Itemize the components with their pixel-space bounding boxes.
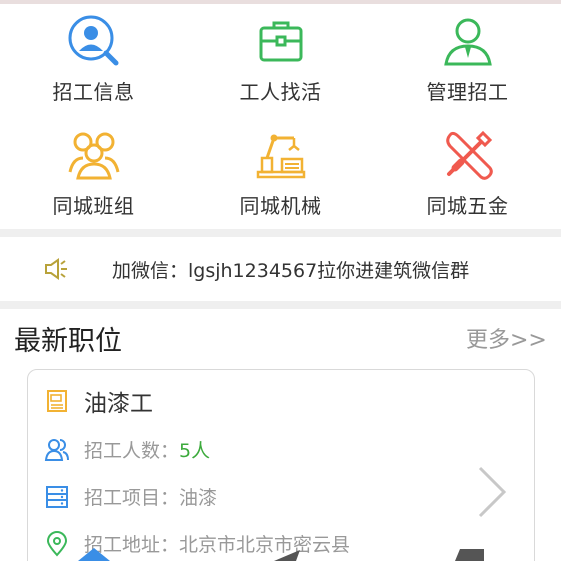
briefcase-icon (254, 14, 308, 68)
latest-jobs-section: 最新职位 更多>> 油漆工 招工人数： 5人 招工项目： 油漆 招工地址： 北京… (0, 309, 561, 561)
chevron-right-icon[interactable] (476, 466, 508, 518)
profile-tab-icon[interactable] (455, 549, 484, 561)
more-link[interactable]: 更多>> (466, 322, 547, 354)
count-value: 5人 (179, 440, 211, 462)
job-title: 油漆工 (84, 391, 153, 417)
menu-item-manage-recruit[interactable]: 管理招工 (374, 4, 561, 116)
nav-tab-icon[interactable] (274, 550, 300, 561)
project-label: 招工项目： (84, 487, 180, 509)
menu-label: 同城五金 (426, 194, 509, 218)
job-card[interactable]: 油漆工 招工人数： 5人 招工项目： 油漆 招工地址： 北京市北京市密云县 (27, 369, 535, 561)
home-tab-icon[interactable] (78, 548, 110, 561)
people-icon (44, 438, 69, 461)
job-project-row: 招工项目： 油漆 (44, 483, 217, 510)
section-title: 最新职位 (14, 326, 122, 357)
tools-icon (441, 128, 495, 182)
menu-item-recruit-info[interactable]: 招工信息 (0, 4, 187, 116)
team-icon (67, 128, 121, 182)
menu-label: 工人找活 (239, 80, 322, 104)
list-icon (46, 485, 68, 508)
count-label: 招工人数： (84, 440, 180, 462)
menu-label: 管理招工 (426, 80, 509, 104)
manager-icon (441, 14, 495, 68)
menu-label: 招工信息 (52, 80, 135, 104)
menu-item-local-team[interactable]: 同城班组 (0, 118, 187, 230)
menu-label: 同城班组 (52, 194, 135, 218)
menu-item-local-hardware[interactable]: 同城五金 (374, 118, 561, 230)
job-count-row: 招工人数： 5人 (44, 436, 210, 463)
menu-label: 同城机械 (239, 194, 322, 218)
machinery-icon (254, 128, 308, 182)
menu-item-worker-find-job[interactable]: 工人找活 (187, 4, 374, 116)
bottom-tab-bar[interactable] (0, 546, 561, 561)
job-title-row: 油漆工 (44, 384, 153, 418)
menu-grid: 招工信息 工人找活 管理招工 同城班组 同城机械 同城五金 (0, 4, 561, 229)
menu-item-local-machinery[interactable]: 同城机械 (187, 118, 374, 230)
notice-bar[interactable]: 加微信：lgsjh1234567拉你进建筑微信群 (0, 237, 561, 301)
recruit-search-icon (67, 14, 121, 68)
speaker-icon (44, 258, 68, 280)
document-icon (47, 390, 67, 412)
project-value: 油漆 (179, 487, 218, 509)
notice-text: 加微信：lgsjh1234567拉你进建筑微信群 (112, 260, 470, 282)
